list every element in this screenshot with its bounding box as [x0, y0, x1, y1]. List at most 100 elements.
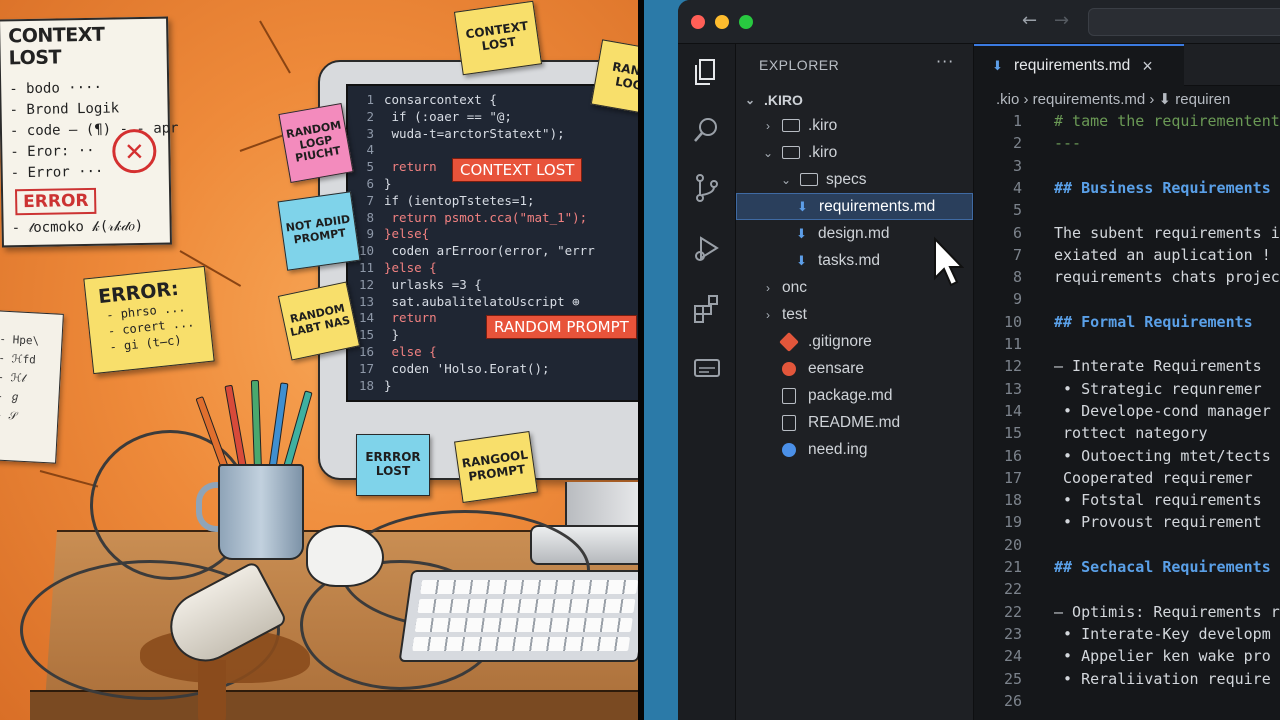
- screen-line-text: }: [384, 327, 400, 343]
- wall-crack: [259, 20, 291, 74]
- code-line[interactable]: 4 ## Business Requirements: [974, 179, 1271, 201]
- context-lost-paper: CONTEXT LOST - bodo ···· - Brond Logik -…: [0, 16, 179, 248]
- ide-panel: ← → EXPLORER ··· ⌄ .KIRO › .kiro ⌄ .kiro…: [644, 0, 1280, 720]
- screen-line-text: wuda-t=arctorStatext");: [384, 125, 565, 141]
- crumpled-paper: [306, 525, 384, 587]
- markdown-icon: ⬇: [797, 198, 808, 214]
- folder-icon: [782, 119, 800, 132]
- sticky-not-adiid-prompt: NOT ADIID PROMPT: [277, 191, 361, 271]
- explorer-root-label: .KIRO: [764, 91, 803, 108]
- code-line[interactable]: 20: [974, 536, 1054, 558]
- code-line[interactable]: 14 • Develope-cond manager: [974, 402, 1271, 424]
- screen-code-line: 17 coden 'Holso.Eorat();: [348, 361, 550, 378]
- explorer-item-label: tasks.md: [818, 251, 881, 269]
- screen-code-line: 7 if (ientopTstetes=1;: [348, 192, 535, 210]
- code-line[interactable]: 22 – Optimis: Requirements r: [974, 603, 1280, 625]
- screen-line-number: 12: [358, 276, 374, 292]
- tab-label: requirements.md: [1014, 57, 1131, 74]
- code-line[interactable]: 13 • Strategic requnremer: [974, 380, 1262, 402]
- search-icon[interactable]: [691, 114, 723, 146]
- breadcrumb[interactable]: .kio › requirements.md › ⬇ requiren: [996, 90, 1230, 108]
- context-lost-label: CONTEXT LOST: [452, 158, 583, 182]
- screen-code-line: 2 if (:oaer == "@;: [348, 108, 512, 126]
- code-line[interactable]: 5: [974, 201, 1054, 223]
- screen-line-text: if (:oaer == "@;: [384, 108, 512, 124]
- back-arrow-icon[interactable]: ←: [1022, 10, 1037, 31]
- line-number: 9: [1012, 290, 1022, 309]
- close-window-button[interactable]: [691, 15, 705, 29]
- code-line[interactable]: 11: [974, 335, 1054, 357]
- code-line[interactable]: 1 # tame the requirementent: [974, 112, 1280, 134]
- code-text: ## Sechacal Requirements: [1054, 558, 1271, 576]
- activity-bar: [678, 44, 736, 720]
- screen-line-text: if (ientopTstetes=1;: [384, 192, 535, 208]
- line-number: 17: [1003, 468, 1022, 487]
- close-tab-icon[interactable]: ×: [1142, 56, 1153, 77]
- screen-line-number: 18: [358, 377, 374, 393]
- code-line[interactable]: 24 • Appelier ken wake pro: [974, 647, 1271, 669]
- extensions-icon[interactable]: [691, 292, 723, 324]
- screen-line-text: coden arErroor(error, "errr: [384, 243, 595, 259]
- code-text: rottect nategory: [1054, 424, 1208, 443]
- explorer-item-label: requirements.md: [819, 197, 936, 215]
- code-line[interactable]: 21 ## Sechacal Requirements: [974, 558, 1271, 580]
- screen-line-text: }: [384, 377, 392, 393]
- explorer-item[interactable]: README.md: [736, 409, 973, 436]
- code-line[interactable]: 10 ## Formal Requirements: [974, 313, 1253, 335]
- code-line[interactable]: 22: [974, 580, 1054, 602]
- code-line[interactable]: 25 • Reraliivation require: [974, 670, 1271, 692]
- code-line[interactable]: 23 • Interate-Key developm: [974, 625, 1271, 647]
- code-line[interactable]: 16 • Outoecting mtet/tects: [974, 447, 1271, 469]
- explorer-item[interactable]: › .kiro: [736, 112, 973, 139]
- source-control-icon[interactable]: [691, 172, 723, 204]
- code-line[interactable]: 6 The subent requirements i: [974, 224, 1280, 246]
- maximize-window-button[interactable]: [739, 15, 753, 29]
- scribble-line: - 𝒮: [0, 408, 18, 423]
- explorer-item-label: specs: [826, 170, 867, 188]
- screen-line-text: consarcontext {: [384, 92, 497, 107]
- forward-arrow-icon[interactable]: →: [1054, 10, 1069, 31]
- explorer-item[interactable]: eensare: [736, 355, 973, 382]
- minimize-window-button[interactable]: [715, 15, 729, 29]
- explorer-item-label: .kiro: [808, 116, 838, 134]
- run-debug-icon[interactable]: [691, 232, 723, 264]
- screen-line-text: urlasks =3 {: [384, 276, 482, 292]
- code-line[interactable]: 12 – Interate Requirements: [974, 357, 1262, 379]
- code-line[interactable]: 19 • Provoust requirement: [974, 513, 1262, 535]
- code-line[interactable]: 15 rottect nategory: [974, 424, 1208, 446]
- screen-code-line: 10 coden arErroor(error, "errr: [348, 243, 595, 260]
- explorer-item[interactable]: ⌄ specs: [736, 166, 973, 193]
- chevron-right-icon: ›: [766, 280, 770, 295]
- explorer-item[interactable]: ⌄ .kiro: [736, 139, 973, 166]
- explorer-root[interactable]: ⌄ .KIRO: [736, 86, 973, 113]
- explorer-item[interactable]: .gitignore: [736, 328, 973, 355]
- files-icon[interactable]: [691, 56, 723, 88]
- code-line[interactable]: 3: [974, 157, 1054, 179]
- screen-line-text: return psmot.cca("mat_1");: [384, 209, 588, 225]
- code-line[interactable]: 7 exiated an auplication !: [974, 246, 1271, 268]
- code-line[interactable]: 9: [974, 290, 1054, 312]
- tab-requirements-md[interactable]: ⬇ requirements.md ×: [974, 44, 1184, 86]
- code-line[interactable]: 18 • Fotstal requirements: [974, 491, 1262, 513]
- explorer-item[interactable]: need.ing: [736, 436, 973, 463]
- chevron-right-icon: ›: [766, 118, 770, 133]
- explorer-item[interactable]: package.md: [736, 382, 973, 409]
- code-text: • Provoust requirement: [1054, 513, 1262, 532]
- code-line[interactable]: 17 Cooperated requiremer: [974, 469, 1253, 491]
- code-line[interactable]: 2 ---: [974, 134, 1081, 156]
- remote-icon[interactable]: [691, 352, 723, 384]
- error-sticky-note: ERROR: - phrso ... - corert ... - gi (t̶…: [83, 265, 215, 375]
- more-actions-button[interactable]: ···: [936, 52, 954, 71]
- explorer-item[interactable]: ⬇ requirements.md: [736, 193, 973, 220]
- line-number: 25: [1003, 669, 1022, 688]
- chevron-down-icon: ⌄: [744, 92, 756, 107]
- code-line[interactable]: 8 requirements chats projec: [974, 268, 1280, 290]
- screen-code-line: 3 wuda-t=arctorStatext");: [348, 125, 565, 143]
- explorer-item[interactable]: › test: [736, 301, 973, 328]
- code-line[interactable]: 26: [974, 692, 1054, 714]
- screen-code-line: 11}else {: [348, 260, 437, 277]
- line-number: 11: [1003, 335, 1022, 353]
- monitor-screen-code: 1 consarcontext {2 if (:oaer == "@; 3 wuda…: [346, 84, 638, 402]
- mouse-cursor-icon: [934, 236, 964, 287]
- command-search-input[interactable]: [1088, 8, 1280, 36]
